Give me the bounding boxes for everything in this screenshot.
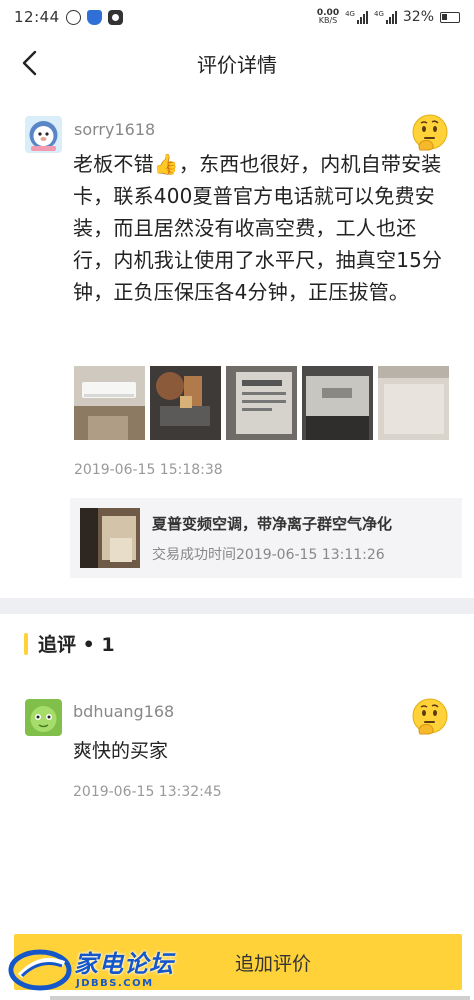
product-trade-time: 交易成功时间2019-06-15 13:11:26 bbox=[152, 546, 385, 563]
signal-tag: 4G bbox=[345, 10, 355, 18]
status-time: 12:44 bbox=[14, 8, 60, 26]
bottom-strip bbox=[50, 996, 470, 1000]
battery-percent: 32% bbox=[402, 9, 434, 25]
followup-title: 追评 • 1 bbox=[38, 634, 115, 656]
review-photo-pipes[interactable] bbox=[150, 366, 221, 440]
signal-tag-2: 4G bbox=[373, 10, 384, 18]
chevron-left-icon[interactable] bbox=[18, 50, 44, 76]
thinking-face-icon[interactable] bbox=[410, 698, 450, 738]
watermark: 家电论坛 JDBBS.COM bbox=[4, 944, 184, 998]
followup-avatar[interactable] bbox=[25, 699, 62, 736]
accent-bar bbox=[24, 632, 28, 655]
review-time: 2019-06-15 15:18:38 bbox=[74, 462, 223, 478]
review-username: sorry1618 bbox=[74, 120, 156, 139]
product-name: 夏普变频空调，带净离子群空气净化 bbox=[152, 514, 393, 533]
followup-header: 追评 • 1 bbox=[24, 630, 115, 657]
product-info: 夏普变频空调，带净离子群空气净化 交易成功时间2019-06-15 13:11:… bbox=[152, 513, 392, 564]
followup-username: bdhuang168 bbox=[73, 702, 175, 721]
review-photo-label[interactable] bbox=[226, 366, 297, 440]
signal-icon-2: 4G bbox=[374, 10, 397, 24]
review-photo-outdoor-unit[interactable] bbox=[302, 366, 373, 440]
section-divider bbox=[0, 598, 474, 614]
review-text: 老板不错👍，东西也很好，内机自带安装卡，联系400夏普官方电话就可以免费安装，而… bbox=[73, 152, 443, 304]
net-speed-unit: KB/S bbox=[318, 16, 338, 25]
review-photo-ac-indoor[interactable] bbox=[74, 366, 145, 440]
product-card[interactable]: 夏普变频空调，带净离子群空气净化 交易成功时间2019-06-15 13:11:… bbox=[70, 498, 462, 578]
avatar[interactable] bbox=[25, 116, 62, 153]
product-thumbnail bbox=[80, 508, 140, 568]
camera-icon bbox=[107, 9, 123, 25]
followup-text: 爽快的买家 bbox=[73, 740, 169, 762]
watermark-name: 家电论坛 bbox=[74, 950, 174, 978]
shield-icon bbox=[86, 9, 102, 25]
review-photos bbox=[74, 366, 449, 440]
status-bar: 12:44 0.00 KB/S 4G 4G 32% bbox=[0, 0, 474, 34]
header: 评价详情 bbox=[0, 38, 474, 88]
page-title: 评价详情 bbox=[197, 52, 277, 77]
net-speed: 0.00 KB/S bbox=[317, 9, 339, 25]
status-right: 0.00 KB/S 4G 4G 32% bbox=[317, 9, 460, 25]
alarm-icon bbox=[65, 9, 81, 25]
watermark-logo-icon bbox=[8, 949, 72, 991]
add-review-label: 追加评价 bbox=[234, 952, 311, 975]
status-left: 12:44 bbox=[14, 8, 123, 26]
followup-time: 2019-06-15 13:32:45 bbox=[73, 784, 222, 800]
watermark-site: JDBBS.COM bbox=[76, 978, 154, 989]
battery-icon bbox=[440, 11, 460, 23]
signal-icon: 4G bbox=[345, 10, 368, 24]
review-photo-panel[interactable] bbox=[378, 366, 449, 440]
